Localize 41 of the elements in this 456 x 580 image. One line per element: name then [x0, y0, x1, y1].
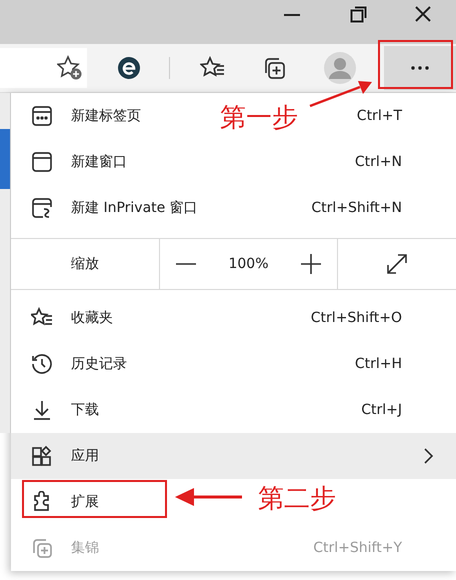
collections-icon: [31, 537, 53, 559]
window-icon: [31, 151, 53, 173]
arrow: [174, 486, 242, 508]
add-favorite-icon[interactable]: [57, 55, 83, 81]
menu-item[interactable]: 新建标签页: [71, 107, 141, 125]
zoom-label: 缩放: [70, 255, 100, 273]
fullscreen-icon[interactable]: [386, 253, 408, 275]
shortcut-text: Ctrl+Shift+O: [310, 310, 402, 326]
menu-item[interactable]: 新建 InPrivate 窗口: [71, 199, 198, 217]
zoom-in-icon[interactable]: [300, 254, 321, 274]
collections-icon[interactable]: [262, 56, 286, 80]
chevron-right-icon: [424, 448, 434, 464]
restore-icon[interactable]: [350, 6, 367, 23]
shortcut-text: Ctrl+Shift+N: [311, 200, 402, 216]
menu-item[interactable]: 应用: [71, 447, 99, 465]
private-window-icon: [31, 197, 53, 219]
extension-e-icon[interactable]: [117, 56, 141, 80]
shortcut-text: Ctrl+N: [354, 154, 402, 170]
apps-icon: [31, 445, 53, 467]
shortcut-text: Ctrl+T: [356, 108, 402, 124]
close-icon[interactable]: [414, 5, 432, 23]
history-icon: [31, 353, 53, 375]
more-icon: [411, 66, 429, 70]
arrow: [308, 78, 374, 108]
menu-item[interactable]: 历史记录: [71, 355, 127, 373]
annotation-text: 第二步: [258, 483, 336, 516]
minimize-icon[interactable]: [283, 13, 301, 17]
avatar-icon[interactable]: [324, 52, 356, 84]
download-icon: [31, 399, 53, 421]
annotation-text: 第一步: [220, 102, 298, 135]
menu-item[interactable]: 下载: [71, 401, 99, 419]
address-bar[interactable]: [0, 48, 87, 88]
shortcut-text: Ctrl+H: [354, 356, 402, 372]
new-tab-icon: [31, 105, 53, 127]
menu-item[interactable]: 扩展: [71, 493, 99, 511]
menu-item[interactable]: 收藏夹: [71, 309, 113, 327]
zoom-level: 100%: [228, 256, 268, 272]
shortcut-text: Ctrl+J: [361, 402, 402, 418]
menu-item[interactable]: 新建窗口: [71, 153, 127, 171]
more-button[interactable]: [384, 46, 456, 90]
shortcut-text: Ctrl+Shift+Y: [313, 540, 402, 556]
